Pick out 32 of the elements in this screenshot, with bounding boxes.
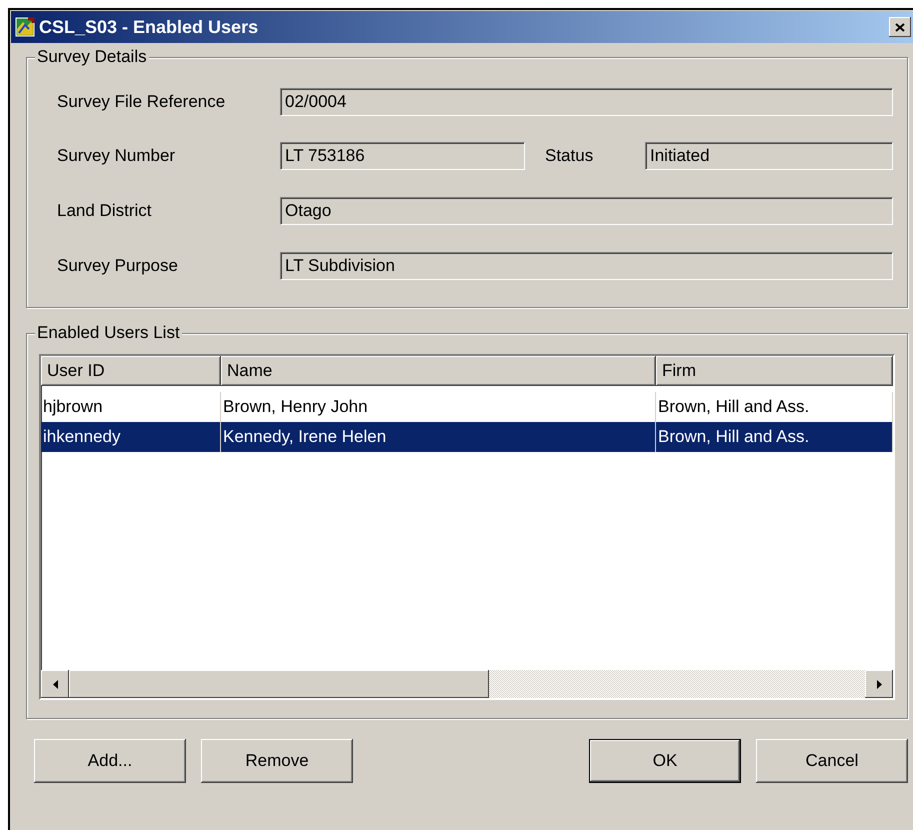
app-icon xyxy=(15,17,35,37)
column-header[interactable]: User ID xyxy=(41,356,221,386)
table-cell: ihkennedy xyxy=(41,422,221,452)
column-header[interactable]: Firm xyxy=(656,356,893,386)
ok-button[interactable]: OK xyxy=(590,740,740,782)
field-label: Land District xyxy=(57,200,152,220)
field-label: Status xyxy=(544,146,594,166)
scroll-left-button[interactable] xyxy=(41,670,69,698)
field-label: Survey Number xyxy=(57,146,176,166)
read-only-field[interactable]: LT Subdivision xyxy=(280,252,893,280)
dialog-button[interactable]: Add... xyxy=(34,739,186,783)
read-only-field[interactable]: LT 753186 xyxy=(280,142,525,170)
group-title: Survey Details xyxy=(35,47,149,67)
close-button[interactable] xyxy=(889,17,911,37)
read-only-field[interactable]: 02/0004 xyxy=(280,88,893,116)
field-label: Survey Purpose xyxy=(57,256,179,276)
table-cell: Kennedy, Irene Helen xyxy=(221,422,656,452)
table-cell: Brown, Hill and Ass. xyxy=(656,422,893,452)
right-arrow-icon xyxy=(876,680,882,688)
read-only-field[interactable]: Otago xyxy=(280,196,893,224)
horizontal-scrollbar[interactable] xyxy=(41,670,893,698)
close-icon xyxy=(895,22,905,32)
field-label: Survey File Reference xyxy=(57,92,226,112)
dialog-button[interactable]: Cancel xyxy=(756,739,908,783)
list-row[interactable]: ihkennedy Kennedy, Irene Helen Brown, Hill and Ass. xyxy=(41,422,893,452)
scroll-right-button[interactable] xyxy=(865,670,893,698)
window-title: CSL_S03 - Enabled Users xyxy=(39,16,260,38)
column-header[interactable]: Name xyxy=(221,356,656,386)
dialog-button[interactable]: Remove xyxy=(201,739,353,783)
left-arrow-icon xyxy=(52,680,58,688)
scroll-thumb[interactable] xyxy=(69,670,489,698)
read-only-field[interactable]: Initiated xyxy=(645,142,893,170)
